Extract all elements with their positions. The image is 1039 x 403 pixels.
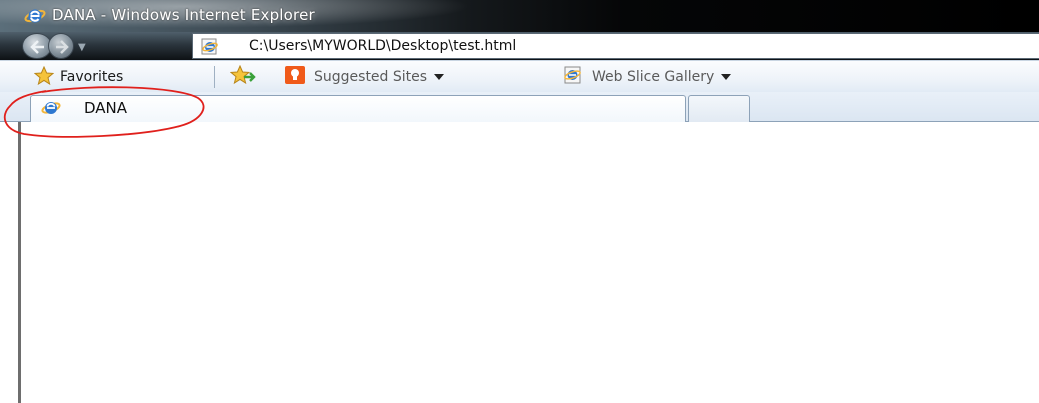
- title-bar: DANA - Windows Internet Explorer: [0, 0, 1039, 32]
- chevron-down-icon[interactable]: ▼: [78, 42, 86, 53]
- web-slice-gallery-button[interactable]: Web Slice Gallery: [562, 65, 732, 89]
- chevron-down-icon: [721, 74, 732, 80]
- ie-page-icon: [562, 65, 584, 89]
- back-arrow-icon: [30, 40, 44, 54]
- favorites-button[interactable]: Favorites: [33, 65, 124, 89]
- add-star-icon: [229, 64, 256, 89]
- tab-label: DANA: [84, 99, 128, 117]
- favorites-label: Favorites: [60, 69, 124, 85]
- page-content: [0, 122, 1039, 403]
- web-slice-gallery-label: Web Slice Gallery: [592, 69, 715, 85]
- suggested-sites-label: Suggested Sites: [314, 69, 428, 85]
- suggested-sites-button[interactable]: Suggested Sites: [284, 65, 445, 89]
- window-title: DANA - Windows Internet Explorer: [52, 6, 315, 24]
- navigation-bar: ▼ C:\Users\MYWORLD\Desktop\test.html: [0, 32, 1039, 60]
- ie-icon: [24, 7, 46, 25]
- favorites-bar: Favorites Suggested Sites Web Slice Gall…: [0, 60, 1039, 92]
- tab-dana[interactable]: DANA: [30, 95, 686, 122]
- tab-bar: DANA: [0, 92, 1039, 122]
- add-to-favorites-bar-button[interactable]: [229, 64, 256, 89]
- address-url[interactable]: C:\Users\MYWORLD\Desktop\test.html: [249, 38, 516, 54]
- forward-arrow-icon: [56, 40, 69, 54]
- forward-button[interactable]: [48, 33, 74, 59]
- star-icon: [33, 65, 55, 89]
- address-bar[interactable]: C:\Users\MYWORLD\Desktop\test.html: [192, 33, 1039, 59]
- separator: [214, 66, 215, 88]
- ie-window: DANA - Windows Internet Explorer ▼ C:\Us…: [0, 0, 1039, 403]
- ie-page-icon: [201, 38, 219, 55]
- chevron-down-icon: [434, 74, 445, 80]
- new-tab-button[interactable]: [688, 95, 750, 122]
- content-left-border: [18, 122, 21, 403]
- suggested-sites-icon: [284, 65, 306, 89]
- ie-icon: [41, 99, 61, 117]
